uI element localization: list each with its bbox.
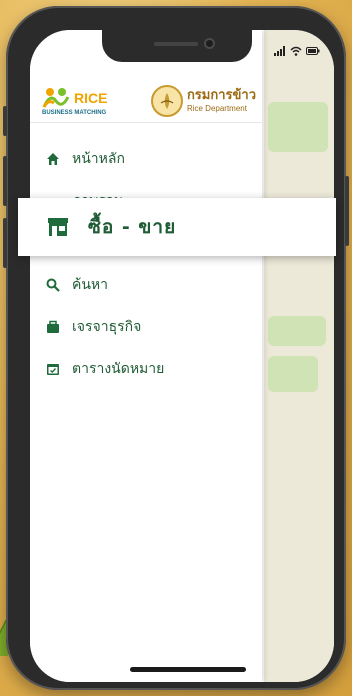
- menu-item-label: หน้าหลัก: [72, 151, 125, 167]
- power-button: [345, 176, 349, 246]
- battery-icon: [306, 47, 320, 55]
- menu-item-home[interactable]: หน้าหลัก: [30, 138, 262, 180]
- volume-up-button: [3, 156, 7, 206]
- department-seal-icon: [150, 85, 183, 117]
- rice-department-logo: กรมการข้าว Rice Department: [150, 85, 256, 117]
- store-icon: [46, 215, 70, 239]
- status-bar-icons: [274, 46, 320, 56]
- background-app-content: [264, 30, 334, 682]
- department-name-thai: กรมการข้าว: [186, 88, 256, 104]
- background-card: [268, 102, 328, 152]
- active-menu-label: ซื้อ - ขาย: [88, 216, 177, 238]
- rice-word: RICE: [74, 89, 108, 106]
- wifi-icon: [290, 46, 302, 56]
- menu-item-label: เจรจาธุรกิจ: [72, 319, 142, 335]
- search-icon: [44, 276, 62, 294]
- rice-business-matching-logo: RICE BUSINESS MATCHING: [42, 87, 107, 116]
- rice-subtitle: BUSINESS MATCHING: [42, 109, 107, 116]
- drawer-header: RICE BUSINESS MATCHING กรมการข้าว Rice D…: [42, 76, 256, 126]
- mute-switch: [3, 106, 7, 136]
- rice-people-icon: [42, 87, 70, 108]
- background-button: [268, 316, 326, 346]
- home-icon: [44, 150, 62, 168]
- drawer-menu: หน้าหลัก ภาพรวม ค้นหา: [30, 138, 262, 390]
- background-button: [268, 356, 318, 392]
- phone-screen: RICE BUSINESS MATCHING กรมการข้าว Rice D…: [30, 30, 334, 682]
- phone-notch: [102, 30, 252, 62]
- front-camera: [204, 38, 215, 49]
- menu-item-business-negotiation[interactable]: เจรจาธุรกิจ: [30, 306, 262, 348]
- signal-icon: [274, 46, 285, 56]
- volume-down-button: [3, 218, 7, 268]
- header-divider: [30, 122, 262, 123]
- menu-item-label: ค้นหา: [72, 277, 109, 293]
- phone-frame: RICE BUSINESS MATCHING กรมการข้าว Rice D…: [3, 6, 349, 690]
- navigation-drawer: RICE BUSINESS MATCHING กรมการข้าว Rice D…: [30, 30, 262, 682]
- calendar-icon: [44, 360, 62, 378]
- menu-item-appointments[interactable]: ตารางนัดหมาย: [30, 348, 262, 390]
- department-name-english: Rice Department: [186, 103, 247, 113]
- menu-item-buy-sell[interactable]: ซื้อ - ขาย: [18, 198, 336, 256]
- menu-item-label: ตารางนัดหมาย: [72, 361, 165, 377]
- speaker-grille: [154, 42, 198, 46]
- briefcase-icon: [44, 318, 62, 336]
- home-indicator[interactable]: [130, 667, 246, 672]
- menu-item-search[interactable]: ค้นหา: [30, 264, 262, 306]
